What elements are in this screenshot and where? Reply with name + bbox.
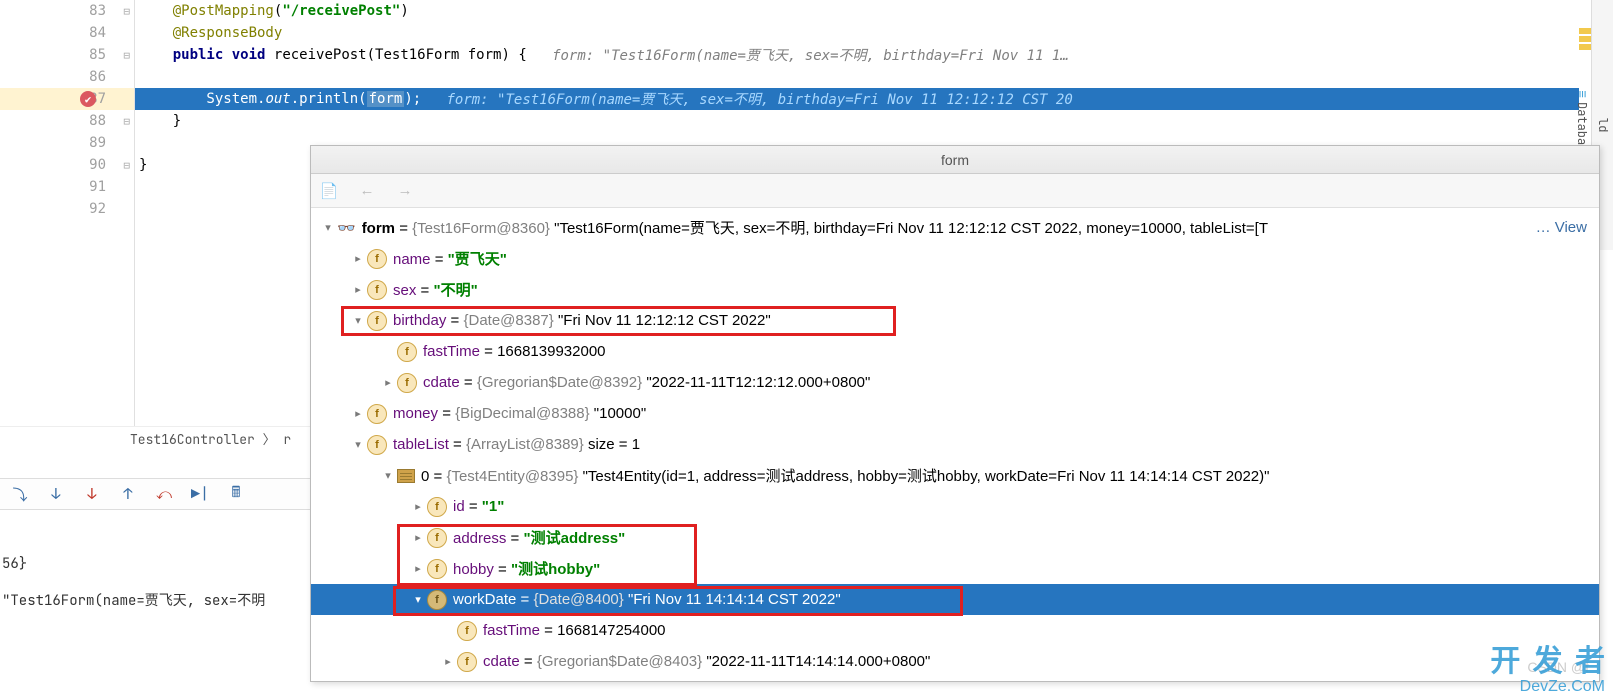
chevron-down-icon[interactable]: ▾ — [349, 314, 367, 327]
field-icon: f — [397, 342, 417, 362]
variable-inspector-popup[interactable]: form 📄 ← → ▾ 👓 form = {Test16Form@8360} … — [310, 145, 1600, 682]
line-number: 84 — [78, 25, 106, 41]
popup-title: form — [311, 146, 1599, 174]
step-over-icon[interactable]: ⤵ — [10, 484, 30, 504]
run-to-cursor-icon[interactable]: ▶| — [190, 484, 210, 504]
back-icon[interactable]: ← — [357, 181, 377, 201]
view-link[interactable]: … View — [1536, 219, 1587, 236]
tree-row-fasttime2[interactable]: f fastTime = 1668147254000 — [311, 615, 1599, 646]
line-number: 85 — [78, 47, 106, 63]
chevron-down-icon[interactable]: ▾ — [319, 221, 337, 234]
popup-toolbar: 📄 ← → — [311, 174, 1599, 208]
error-icon[interactable]: ✔ — [80, 91, 96, 108]
line-number: 86 — [78, 69, 106, 85]
watermark-url: DevZe.CoM — [1520, 678, 1605, 696]
chevron-down-icon[interactable]: ▾ — [349, 438, 367, 451]
tree-row-workdate[interactable]: ▾ f workDate = {Date@8400} "Fri Nov 11 1… — [311, 584, 1599, 615]
step-out-icon[interactable]: ↑ — [118, 484, 138, 504]
field-icon: f — [367, 249, 387, 269]
tree-row-fasttime[interactable]: f fastTime = 1668139932000 — [311, 336, 1599, 367]
fold-icon[interactable]: ⊟ — [123, 5, 130, 18]
forward-icon[interactable]: → — [395, 181, 415, 201]
chevron-right-icon[interactable]: ▸ — [409, 531, 427, 544]
field-icon: f — [397, 373, 417, 393]
field-icon: f — [367, 404, 387, 424]
new-watch-icon[interactable]: 📄 — [319, 181, 339, 201]
fold-icon[interactable]: ⊟ — [123, 49, 130, 62]
chevron-right-icon[interactable]: ▸ — [349, 283, 367, 296]
tree-root[interactable]: ▾ 👓 form = {Test16Form@8360} "Test16Form… — [311, 212, 1599, 243]
field-icon: f — [457, 652, 477, 672]
debug-toolbar: ⤵ ↓ ↓ ↑ ⤺ ▶| 🖩 — [0, 478, 310, 510]
tree-row-cdate2[interactable]: ▸ f cdate = {Gregorian$Date@8403} "2022-… — [311, 646, 1599, 677]
fold-icon[interactable]: ⊟ — [123, 115, 130, 128]
current-execution-line: System.out.println(form); form: "Test16F… — [135, 88, 1613, 110]
inline-hint: form: "Test16Form(name=贾飞天, sex=不明, birt… — [446, 89, 1072, 109]
tree-row-sex[interactable]: ▸ f sex = "不明" — [311, 274, 1599, 305]
chevron-right-icon[interactable]: ▸ — [409, 500, 427, 513]
breadcrumb[interactable]: Test16Controller 〉 r — [0, 426, 310, 450]
array-item-icon — [397, 469, 415, 483]
output-fragment: 56} — [0, 555, 27, 573]
field-icon: f — [427, 497, 447, 517]
tree-row-hobby[interactable]: ▸ f hobby = "测试hobby" — [311, 553, 1599, 584]
field-icon: f — [427, 528, 447, 548]
line-number: 88 — [78, 113, 106, 129]
chevron-right-icon[interactable]: ▸ — [379, 376, 397, 389]
gutter: 83⊟ 84 85⊟ 86 ✔87 88⊟ 89 90⊟ 91 92 — [0, 0, 135, 430]
field-icon: f — [427, 590, 447, 610]
line-number: 91 — [78, 179, 106, 195]
field-icon: f — [367, 280, 387, 300]
annotation: @PostMapping — [173, 3, 274, 19]
watermark-logo: 开 发 者 — [1490, 636, 1607, 680]
tree-row-money[interactable]: ▸ f money = {BigDecimal@8388} "10000" — [311, 398, 1599, 429]
evaluate-icon[interactable]: 🖩 — [226, 484, 246, 504]
variable-tree[interactable]: ▾ 👓 form = {Test16Form@8360} "Test16Form… — [311, 208, 1599, 681]
output-fragment: "Test16Form(name=贾飞天, sex=不明 — [0, 590, 265, 610]
drop-frame-icon[interactable]: ⤺ — [154, 484, 174, 504]
line-number: 90 — [78, 157, 106, 173]
field-icon: f — [457, 621, 477, 641]
annotation: @ResponseBody — [173, 25, 283, 41]
tree-row-address[interactable]: ▸ f address = "测试address" — [311, 522, 1599, 553]
chevron-right-icon[interactable]: ▸ — [349, 252, 367, 265]
chevron-down-icon[interactable]: ▾ — [379, 469, 397, 482]
force-step-into-icon[interactable]: ↓ — [82, 484, 102, 504]
inline-hint: form: "Test16Form(name=贾飞天, sex=不明, birt… — [552, 45, 1069, 65]
tree-row-id[interactable]: ▸ f id = "1" — [311, 491, 1599, 522]
tree-row-cdate[interactable]: ▸ f cdate = {Gregorian$Date@8392} "2022-… — [311, 367, 1599, 398]
watch-icon: 👓 — [337, 219, 356, 237]
chevron-right-icon[interactable]: ▸ — [439, 655, 457, 668]
line-number: 83 — [78, 3, 106, 19]
chevron-down-icon[interactable]: ▾ — [409, 593, 427, 606]
tree-row-birthday[interactable]: ▾ f birthday = {Date@8387} "Fri Nov 11 1… — [311, 305, 1599, 336]
field-icon: f — [427, 559, 447, 579]
line-number: 89 — [78, 135, 106, 151]
database-icon: ≡ — [1573, 90, 1591, 98]
field-icon: f — [367, 435, 387, 455]
fold-icon[interactable]: ⊟ — [123, 159, 130, 172]
line-number: 92 — [78, 201, 106, 217]
chevron-right-icon[interactable]: ▸ — [409, 562, 427, 575]
step-into-icon[interactable]: ↓ — [46, 484, 66, 504]
tree-row-index0[interactable]: ▾ 0 = {Test4Entity@8395} "Test4Entity(id… — [311, 460, 1599, 491]
field-icon: f — [367, 311, 387, 331]
tree-row-name[interactable]: ▸ f name = "贾飞天" — [311, 243, 1599, 274]
tree-row-tablelist[interactable]: ▾ f tableList = {ArrayList@8389} size = … — [311, 429, 1599, 460]
tab-ld[interactable]: ld — [1593, 108, 1613, 142]
chevron-right-icon[interactable]: ▸ — [349, 407, 367, 420]
